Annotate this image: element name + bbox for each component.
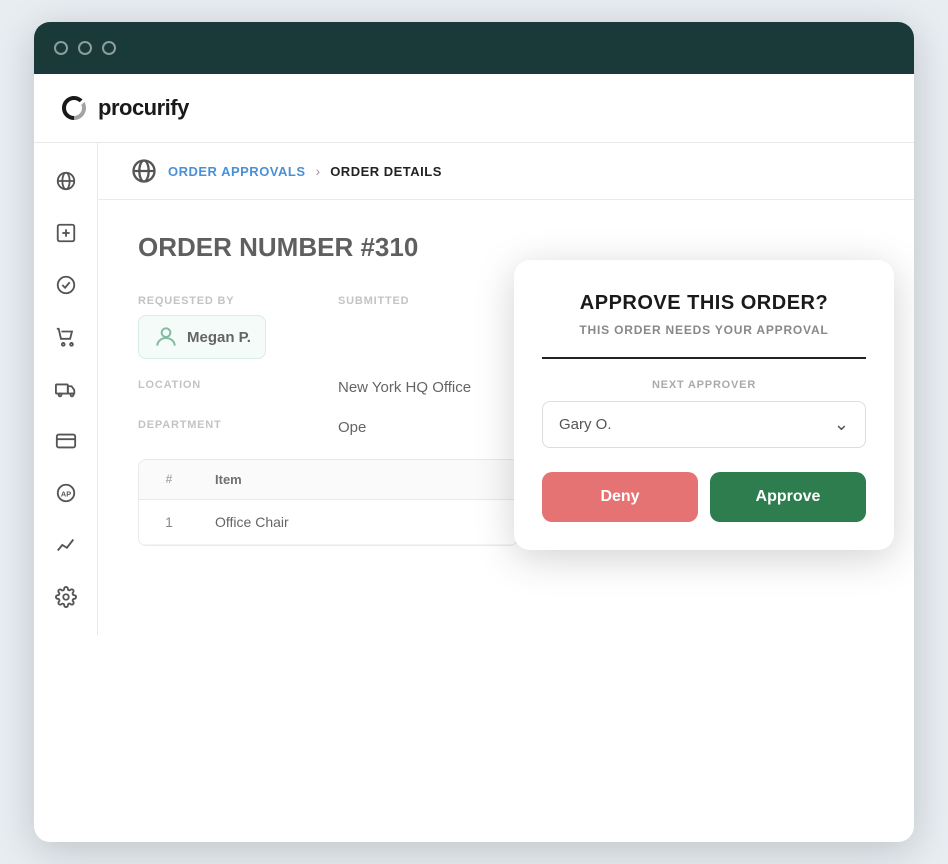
check-circle-icon [55, 274, 77, 296]
sidebar-item-globe[interactable] [44, 159, 88, 203]
browser-dot-2 [78, 41, 92, 55]
browser-titlebar [34, 22, 914, 74]
logo-container: procurify [58, 92, 189, 124]
card-icon [55, 430, 77, 452]
main-content: ORDER APPROVALS › ORDER DETAILS ORDER NU… [98, 143, 914, 635]
analytics-icon [55, 534, 77, 556]
globe-icon [55, 170, 77, 192]
sidebar-item-card[interactable] [44, 419, 88, 463]
approve-button[interactable]: Approve [710, 472, 866, 522]
chevron-down-icon: ⌄ [834, 414, 849, 435]
modal-subtitle: THIS ORDER NEEDS YOUR APPROVAL [542, 323, 866, 359]
sidebar-item-analytics[interactable] [44, 523, 88, 567]
settings-icon [55, 586, 77, 608]
sidebar-item-approvals[interactable] [44, 263, 88, 307]
breadcrumb-current: ORDER DETAILS [330, 164, 442, 179]
ap-icon: AP [55, 482, 77, 504]
breadcrumb: ORDER APPROVALS › ORDER DETAILS [98, 143, 914, 200]
approver-dropdown[interactable]: Gary O. ⌄ [542, 401, 866, 448]
deny-button[interactable]: Deny [542, 472, 698, 522]
modal-title: APPROVE THIS ORDER? [542, 292, 866, 315]
breadcrumb-chevron-icon: › [316, 163, 321, 179]
breadcrumb-globe-icon [130, 157, 158, 185]
browser-window: procurify [34, 22, 914, 842]
breadcrumb-link[interactable]: ORDER APPROVALS [168, 164, 306, 179]
sidebar-item-truck[interactable] [44, 367, 88, 411]
browser-dot-1 [54, 41, 68, 55]
approver-value: Gary O. [559, 416, 612, 433]
sidebar-item-settings[interactable] [44, 575, 88, 619]
cart-icon [55, 326, 77, 348]
modal-overlay: APPROVE THIS ORDER? THIS ORDER NEEDS YOU… [98, 200, 914, 635]
sidebar-item-ap[interactable]: AP [44, 471, 88, 515]
truck-icon [55, 378, 77, 400]
app-header: procurify [34, 74, 914, 143]
svg-text:AP: AP [60, 490, 70, 499]
sidebar: AP [34, 143, 98, 635]
logo-icon [58, 92, 90, 124]
app-body: AP [34, 143, 914, 635]
approval-modal: APPROVE THIS ORDER? THIS ORDER NEEDS YOU… [514, 260, 894, 550]
add-order-icon [55, 222, 77, 244]
sidebar-item-add-order[interactable] [44, 211, 88, 255]
next-approver-label: NEXT APPROVER [542, 379, 866, 391]
sidebar-item-cart[interactable] [44, 315, 88, 359]
browser-content: procurify [34, 74, 914, 635]
page-body: ORDER NUMBER #310 REQUESTED BY [98, 200, 914, 635]
modal-buttons: Deny Approve [542, 472, 866, 522]
logo-text: procurify [98, 95, 189, 121]
browser-dot-3 [102, 41, 116, 55]
